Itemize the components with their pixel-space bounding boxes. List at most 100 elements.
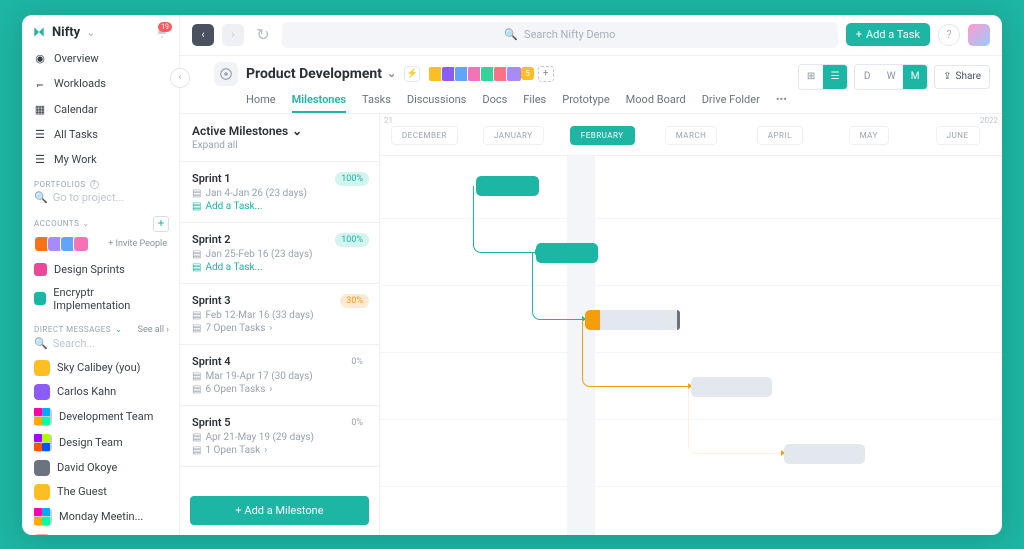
list-view-button[interactable]: ☰ bbox=[823, 65, 847, 89]
help-button[interactable]: ? bbox=[938, 24, 960, 46]
milestone-item[interactable]: Sprint 2 ▤Jan 25-Feb 16 (23 days) ▤Add a… bbox=[180, 223, 379, 284]
nav-forward-button[interactable]: › bbox=[222, 24, 244, 46]
dm-search[interactable]: 🔍Search... bbox=[22, 337, 179, 356]
project-title[interactable]: Product Development⌄ bbox=[246, 66, 396, 82]
dm-item[interactable]: Emily Arnette bbox=[22, 530, 179, 535]
gantt-chart[interactable]: 21 2022 DECEMBER JANUARY FEBRUARY MARCH … bbox=[380, 114, 1002, 535]
project-members[interactable]: 5 + bbox=[428, 66, 554, 82]
chevron-down-icon: ⌄ bbox=[292, 124, 302, 138]
milestone-item[interactable]: Sprint 4 ▤Mar 19-Apr 17 (30 days) ▤6 Ope… bbox=[180, 345, 379, 406]
list-icon: ▤ bbox=[192, 445, 201, 456]
nav-calendar[interactable]: ▦Calendar bbox=[22, 97, 179, 122]
search-icon: 🔍 bbox=[504, 28, 518, 41]
month-february[interactable]: FEBRUARY bbox=[558, 123, 647, 145]
see-all-link[interactable]: See all › bbox=[138, 325, 169, 335]
open-tasks-link[interactable]: ▤1 Open Task › bbox=[192, 445, 367, 456]
tab-overflow[interactable]: ••• bbox=[776, 88, 787, 113]
search-icon: 🔍 bbox=[34, 191, 48, 204]
nav-overview[interactable]: ◉Overview bbox=[22, 46, 179, 71]
zoom-month[interactable]: M bbox=[903, 65, 927, 89]
milestones-filter[interactable]: Active Milestones ⌄ bbox=[192, 124, 367, 138]
avatar bbox=[34, 460, 50, 476]
project-encryptr[interactable]: Encryptr Implementation bbox=[22, 281, 179, 317]
invite-people-link[interactable]: + Invite People bbox=[108, 239, 167, 249]
user-menu[interactable] bbox=[968, 24, 990, 46]
month-january[interactable]: JANUARY bbox=[469, 123, 558, 145]
milestone-item[interactable]: Sprint 5 ▤Apr 21-May 19 (29 days) ▤1 Ope… bbox=[180, 406, 379, 467]
dm-item[interactable]: The Guest bbox=[22, 480, 179, 504]
zoom-day[interactable]: D bbox=[855, 65, 879, 89]
search-icon: 🔍 bbox=[34, 337, 48, 350]
zoom-week[interactable]: W bbox=[879, 65, 903, 89]
global-search[interactable]: 🔍Search Nifty Demo bbox=[282, 22, 838, 48]
avatar bbox=[34, 384, 50, 400]
open-tasks-link[interactable]: ▤7 Open Tasks › bbox=[192, 323, 367, 334]
group-avatar bbox=[34, 434, 52, 452]
month-march[interactable]: MARCH bbox=[647, 123, 736, 145]
accounts-section-label[interactable]: ACCOUNTS ⌄ bbox=[34, 219, 90, 228]
go-to-project[interactable]: 🔍Go to project... bbox=[22, 191, 179, 210]
tab-mood-board[interactable]: Mood Board bbox=[626, 88, 686, 113]
dm-item[interactable]: Development Team bbox=[22, 404, 179, 430]
add-account-button[interactable]: + bbox=[153, 216, 169, 232]
member-overflow-count: 5 bbox=[521, 67, 534, 80]
nav-workloads[interactable]: ⫭Workloads bbox=[22, 71, 179, 97]
expand-all-button[interactable]: Expand all bbox=[192, 140, 367, 151]
milestone-item[interactable]: Sprint 1 ▤Jan 4-Jan 26 (23 days) ▤Add a … bbox=[180, 162, 379, 223]
add-task-link[interactable]: ▤Add a Task... bbox=[192, 201, 367, 212]
nav-back-button[interactable]: ‹ bbox=[192, 24, 214, 46]
workspace-switcher[interactable]: Nifty ⌄ 19 bbox=[22, 15, 179, 46]
month-june[interactable]: JUNE bbox=[913, 123, 1002, 145]
project-color-icon bbox=[34, 292, 46, 305]
open-tasks-link[interactable]: ▤6 Open Tasks › bbox=[192, 384, 367, 395]
add-member-button[interactable]: + bbox=[538, 66, 554, 82]
month-may[interactable]: MAY bbox=[824, 123, 913, 145]
avatar bbox=[34, 534, 50, 535]
add-task-button[interactable]: +Add a Task bbox=[846, 23, 930, 46]
tab-discussions[interactable]: Discussions bbox=[407, 88, 466, 113]
nav-all-tasks[interactable]: ☰All Tasks bbox=[22, 122, 179, 147]
dm-item[interactable]: Design Team bbox=[22, 430, 179, 456]
tab-docs[interactable]: Docs bbox=[482, 88, 507, 113]
gantt-connector bbox=[532, 253, 582, 320]
dm-item[interactable]: Sky Calibey (you) bbox=[22, 356, 179, 380]
share-button[interactable]: ⇪Share bbox=[934, 65, 990, 89]
month-april[interactable]: APRIL bbox=[735, 123, 824, 145]
tab-home[interactable]: Home bbox=[246, 88, 276, 113]
view-controls: ⊞ ☰ D W M ⇪Share bbox=[798, 64, 990, 90]
add-task-link[interactable]: ▤Add a Task... bbox=[192, 262, 367, 273]
year-label: 2022 bbox=[980, 116, 998, 125]
milestone-item[interactable]: Sprint 3 ▤Feb 12-Mar 16 (33 days) ▤7 Ope… bbox=[180, 284, 379, 345]
project-design-sprints[interactable]: Design Sprints bbox=[22, 258, 179, 281]
dm-item[interactable]: Carlos Kahn bbox=[22, 380, 179, 404]
automation-button[interactable]: ⚡ bbox=[404, 66, 420, 82]
tab-milestones[interactable]: Milestones bbox=[292, 88, 346, 113]
tab-files[interactable]: Files bbox=[523, 88, 546, 113]
project-color-icon bbox=[34, 263, 47, 276]
avatar bbox=[34, 360, 50, 376]
nav-my-work[interactable]: ☰My Work bbox=[22, 147, 179, 172]
tab-drive-folder[interactable]: Drive Folder bbox=[702, 88, 760, 113]
avatar[interactable] bbox=[73, 236, 89, 252]
notification-bell[interactable]: 19 bbox=[155, 25, 169, 39]
history-button[interactable]: ↻ bbox=[252, 24, 274, 46]
calendar-icon: ▤ bbox=[192, 249, 201, 260]
avatar bbox=[506, 66, 522, 82]
user-list-icon: ☰ bbox=[34, 153, 46, 166]
add-milestone-button[interactable]: + Add a Milestone bbox=[190, 496, 369, 525]
milestones-view: Active Milestones ⌄ Expand all Sprint 1 … bbox=[180, 114, 1002, 535]
help-icon[interactable]: ? bbox=[90, 180, 99, 189]
dm-item[interactable]: Monday Meetin... bbox=[22, 504, 179, 530]
gantt-bar-sprint-5[interactable] bbox=[784, 444, 865, 464]
sidebar-collapse-toggle[interactable]: ‹ bbox=[170, 68, 190, 88]
month-december[interactable]: DECEMBER bbox=[380, 123, 469, 145]
chevron-down-icon: ⌄ bbox=[86, 26, 95, 39]
project-icon bbox=[214, 62, 238, 86]
dm-section-label[interactable]: DIRECT MESSAGES ⌄ bbox=[34, 325, 122, 334]
tab-tasks[interactable]: Tasks bbox=[362, 88, 391, 113]
grid-view-button[interactable]: ⊞ bbox=[799, 65, 823, 89]
dm-item[interactable]: David Okoye bbox=[22, 456, 179, 480]
tab-prototype[interactable]: Prototype bbox=[562, 88, 609, 113]
year-label: 21 bbox=[384, 116, 393, 125]
eye-icon: ◉ bbox=[34, 52, 46, 65]
